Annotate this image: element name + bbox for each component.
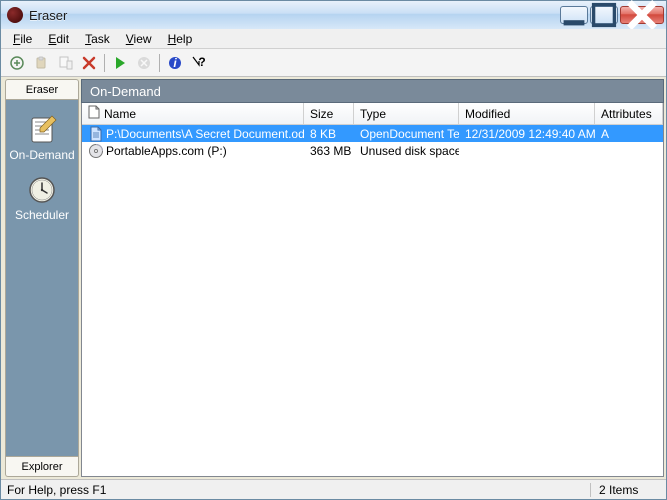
table-row[interactable]: PortableApps.com (P:)363 MBUnused disk s… [82, 142, 663, 159]
main-panel: On-Demand Name Size Type Modified Attrib… [81, 79, 664, 477]
menubar: File Edit Task View Help [1, 29, 666, 49]
run-button[interactable] [109, 52, 131, 74]
help-button[interactable]: ? [188, 52, 210, 74]
status-help-text: For Help, press F1 [7, 483, 590, 497]
document-icon [88, 105, 100, 122]
cell-type: Unused disk space [354, 144, 459, 158]
cell-modified: 12/31/2009 12:49:40 AM [459, 127, 595, 141]
menu-edit[interactable]: Edit [40, 30, 77, 48]
cell-size: 8 KB [304, 127, 354, 141]
sidebar-item-scheduler[interactable]: Scheduler [6, 168, 78, 228]
column-modified[interactable]: Modified [459, 103, 595, 124]
menu-task[interactable]: Task [77, 30, 118, 48]
file-icon [88, 126, 104, 142]
toolbar-separator [159, 54, 160, 72]
app-icon [7, 7, 23, 23]
sidebar-item-on-demand[interactable]: On-Demand [6, 108, 78, 168]
maximize-button[interactable] [590, 6, 618, 24]
cell-name: P:\Documents\A Secret Document.odt [82, 126, 304, 142]
listview[interactable]: Name Size Type Modified Attributes P:\Do… [81, 103, 664, 477]
body-area: Eraser On-Demand Scheduler Explorer O [1, 77, 666, 479]
app-window: Eraser File Edit Task View Help i ? [0, 0, 667, 500]
sidebar-tab-explorer[interactable]: Explorer [5, 457, 79, 477]
toolbar-separator [104, 54, 105, 72]
cell-size: 363 MB [304, 144, 354, 158]
clock-icon [26, 174, 58, 206]
sidebar-item-label: On-Demand [9, 148, 74, 162]
new-task-button[interactable] [6, 52, 28, 74]
menu-file[interactable]: File [5, 30, 40, 48]
column-attributes[interactable]: Attributes [595, 103, 663, 124]
about-button[interactable]: i [164, 52, 186, 74]
cell-type: OpenDocument Text [354, 127, 459, 141]
paste-button[interactable] [30, 52, 52, 74]
cell-name: PortableApps.com (P:) [82, 143, 304, 159]
toolbar: i ? [1, 49, 666, 77]
menu-view[interactable]: View [118, 30, 160, 48]
svg-text:?: ? [198, 55, 205, 69]
statusbar: For Help, press F1 2 Items [1, 479, 666, 499]
window-title: Eraser [29, 8, 560, 23]
table-row[interactable]: P:\Documents\A Secret Document.odt8 KBOp… [82, 125, 663, 142]
column-type[interactable]: Type [354, 103, 459, 124]
edit-button[interactable] [54, 52, 76, 74]
sidebar: Eraser On-Demand Scheduler Explorer [3, 79, 81, 477]
column-size[interactable]: Size [304, 103, 354, 124]
titlebar[interactable]: Eraser [1, 1, 666, 29]
column-name[interactable]: Name [82, 103, 304, 124]
delete-button[interactable] [78, 52, 100, 74]
minimize-button[interactable] [560, 6, 588, 24]
stop-button[interactable] [133, 52, 155, 74]
cell-attributes: A [595, 127, 663, 141]
disk-icon [88, 143, 104, 159]
notepad-icon [26, 114, 58, 146]
close-button[interactable] [620, 6, 664, 24]
sidebar-tab-eraser[interactable]: Eraser [5, 79, 79, 99]
status-item-count: 2 Items [590, 483, 660, 497]
sidebar-body: On-Demand Scheduler [5, 99, 79, 457]
sidebar-item-label: Scheduler [15, 208, 69, 222]
listview-header: Name Size Type Modified Attributes [82, 103, 663, 125]
listview-rows: P:\Documents\A Secret Document.odt8 KBOp… [82, 125, 663, 476]
main-header: On-Demand [81, 79, 664, 103]
menu-help[interactable]: Help [160, 30, 201, 48]
